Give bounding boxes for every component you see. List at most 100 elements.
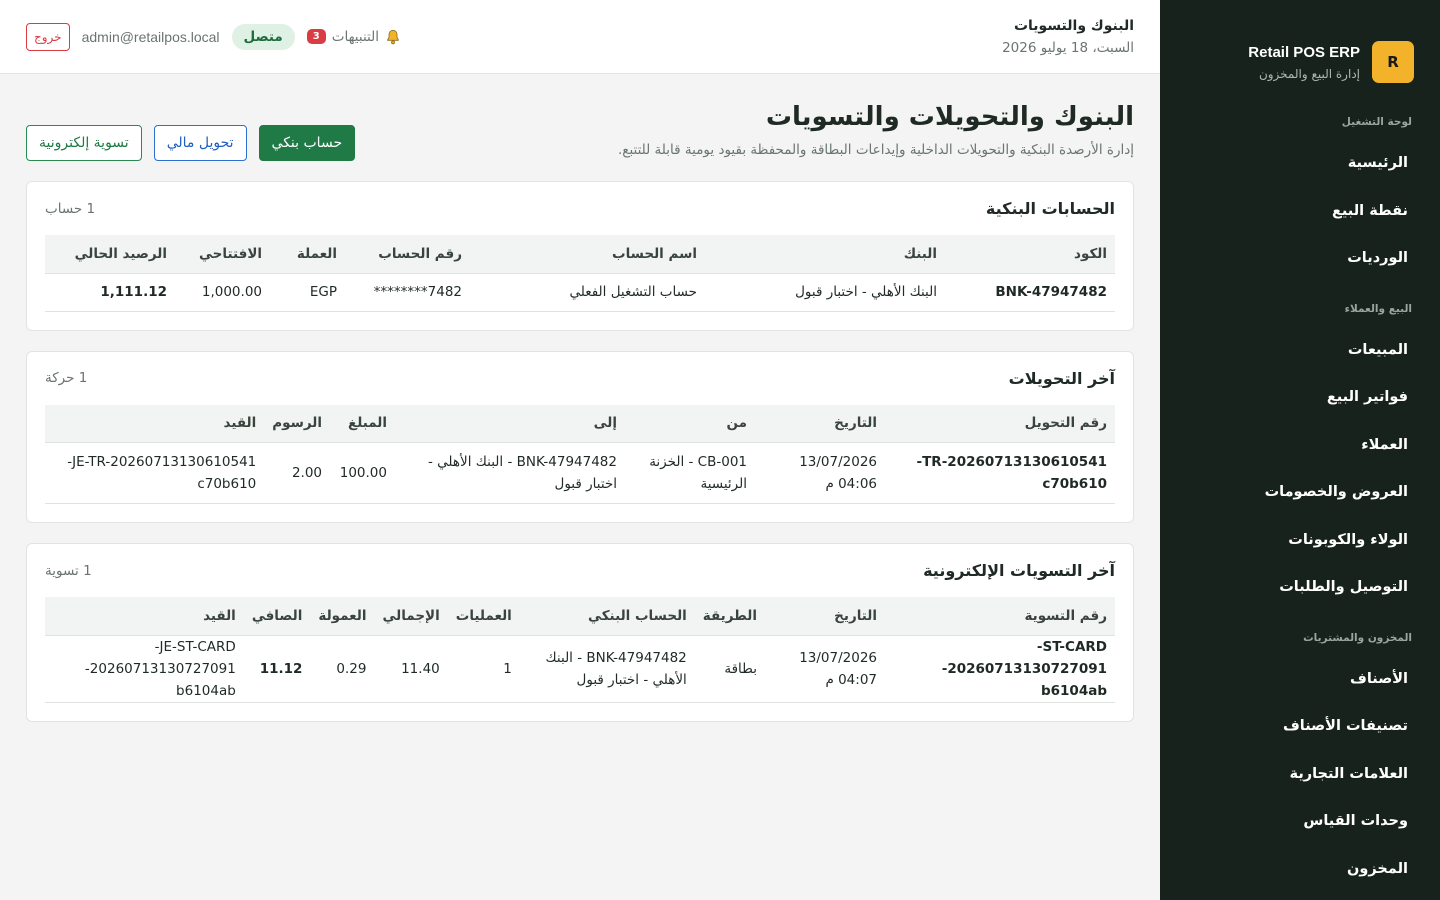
date-line: 13/07/2026 <box>799 649 877 666</box>
card-count: 1 حركة <box>45 370 88 386</box>
sidebar-item-shifts[interactable]: الورديات <box>1160 235 1440 283</box>
settlement-operations: 1 <box>447 634 520 703</box>
table-row[interactable]: ST-CARD- 20260713130727091-b6104ab 13/07… <box>45 634 1115 703</box>
main-content: البنوك والتحويلات والتسويات إدارة الأرصد… <box>0 74 1160 900</box>
sidebar-item-sales[interactable]: المبيعات <box>1160 327 1440 375</box>
settlement-entry: JE-ST-CARD- 20260713130727091-b6104ab <box>45 634 244 703</box>
column-header: التاريخ <box>755 404 885 443</box>
sidebar-item-customers[interactable]: العملاء <box>1160 422 1440 470</box>
sidebar-item-items[interactable]: الأصناف <box>1160 656 1440 704</box>
card-count: 1 تسوية <box>45 562 92 579</box>
column-header: العمولة <box>310 597 375 635</box>
column-header: البنك <box>705 235 945 273</box>
sidebar: R Retail POS ERP إدارة البيع والمخزون لو… <box>1160 0 1440 900</box>
nav-group-title: البيع والعملاء <box>1344 302 1412 315</box>
column-header: رقم التحويل <box>885 404 1115 443</box>
column-header: رقم التسوية <box>885 597 1115 635</box>
account-name: حساب التشغيل الفعلي <box>470 272 705 312</box>
nav-group-title: المخزون والمشتريات <box>1303 631 1412 644</box>
transfers-card: آخر التحويلات 1 حركة رقم التحويل التاريخ… <box>26 350 1134 523</box>
time-line: 04:07 م <box>825 671 877 688</box>
sidebar-item-inventory[interactable]: المخزون <box>1160 846 1440 894</box>
time-line: 04:06 م <box>825 476 877 492</box>
sidebar-item-offers[interactable]: العروض والخصومات <box>1160 469 1440 517</box>
date-line: 13/07/2026 <box>799 454 877 470</box>
settlements-card: آخر التسويات الإلكترونية 1 تسوية رقم الت… <box>26 543 1134 722</box>
settlement-method: بطاقة <box>694 634 765 703</box>
page-title: البنوك والتحويلات والتسويات <box>765 102 1134 132</box>
brand-logo: R <box>1372 41 1414 83</box>
transfers-table: رقم التحويل التاريخ من إلى المبلغ الرسوم… <box>45 404 1115 504</box>
opening-balance: 1,000.00 <box>175 272 270 312</box>
settlement-bank-account: BNK-47947482 - البنك الأهلي - اختبار قبو… <box>519 634 695 703</box>
column-header: الطريقة <box>694 597 765 635</box>
sidebar-item-delivery[interactable]: التوصيل والطلبات <box>1160 564 1440 612</box>
brand-subtitle: إدارة البيع والمخزون <box>1258 66 1360 81</box>
table-row[interactable]: TR-20260713130610541- c70b610 13/07/2026… <box>45 442 1115 504</box>
sidebar-item-pos[interactable]: نقطة البيع <box>1160 188 1440 236</box>
card-title: آخر التحويلات <box>1008 368 1115 388</box>
logout-button[interactable]: خروج <box>26 22 70 51</box>
entry-line: 20260713130727091-b6104ab <box>84 660 236 699</box>
transfer-fees: 2.00 <box>264 442 330 504</box>
table-row[interactable]: BNK-47947482 البنك الأهلي - اختبار قبول … <box>45 272 1115 312</box>
from-line: CB-001 - الخزنة <box>649 454 747 470</box>
sidebar-item-home[interactable]: الرئيسية <box>1160 140 1440 188</box>
transfer-entry: JE-TR-20260713130610541- c70b610 <box>45 442 265 504</box>
sidebar-item-loyalty[interactable]: الولاء والكوبونات <box>1160 517 1440 565</box>
notifications-count-badge: 3 <box>306 29 326 44</box>
entry-line: c70b610 <box>197 476 257 492</box>
settlement-number: ST-CARD- 20260713130727091-b6104ab <box>885 634 1115 703</box>
sidebar-item-sales-invoices[interactable]: فواتير البيع <box>1160 374 1440 422</box>
transfer-date: 13/07/2026 04:06 م <box>755 442 885 504</box>
settlements-table: رقم التسوية التاريخ الطريقة الحساب البنك… <box>45 597 1115 703</box>
column-header: إلى <box>395 404 625 443</box>
user-email: admin@retailpos.local <box>81 28 220 45</box>
card-count: 1 حساب <box>45 200 96 217</box>
add-e-settlement-button[interactable]: تسوية إلكترونية <box>26 125 142 161</box>
column-header: التاريخ <box>765 597 885 635</box>
add-transfer-button[interactable]: تحويل مالي <box>153 125 247 161</box>
column-header: المبلغ <box>330 404 395 443</box>
account-line: الأهلي - اختبار قبول <box>576 671 687 688</box>
column-header: الرصيد الحالي <box>45 235 175 273</box>
column-header: الكود <box>945 235 1115 273</box>
transfer-number-line: c70b610 <box>1042 476 1107 492</box>
transfer-from: CB-001 - الخزنة الرئيسية <box>625 442 755 504</box>
column-header: الإجمالي <box>374 597 448 635</box>
column-header: الافتتاحي <box>175 235 270 273</box>
add-bank-account-button[interactable]: حساب بنكي <box>258 125 356 161</box>
settlement-date: 13/07/2026 04:07 م <box>765 634 885 703</box>
card-title: الحسابات البنكية <box>985 199 1115 218</box>
sidebar-item-categories[interactable]: تصنيفات الأصناف <box>1160 703 1440 751</box>
column-header: رقم الحساب <box>345 235 470 273</box>
account-number: ********7482 <box>345 272 470 312</box>
sidebar-nav: لوحة التشغيل الرئيسية نقطة البيع الورديا… <box>1160 96 1440 893</box>
bank-accounts-table: الكود البنك اسم الحساب رقم الحساب العملة… <box>45 235 1115 312</box>
settlement-commission: 0.29 <box>310 634 375 703</box>
notifications-label: التنبيهات <box>331 28 379 45</box>
topbar-date: السبت، 18 يوليو 2026 <box>1002 39 1134 56</box>
transfer-number: TR-20260713130610541- c70b610 <box>885 442 1115 504</box>
currency: EGP <box>270 272 345 312</box>
bank-name: البنك الأهلي - اختبار قبول <box>705 272 945 312</box>
to-line: اختبار قبول <box>554 476 617 492</box>
account-code: BNK-47947482 <box>945 272 1115 312</box>
column-header: الحساب البنكي <box>519 597 695 635</box>
sidebar-item-units[interactable]: وحدات القياس <box>1160 798 1440 846</box>
page-subtitle: إدارة الأرصدة البنكية والتحويلات الداخلي… <box>617 142 1134 158</box>
column-header: العمليات <box>447 597 520 635</box>
column-header: الرسوم <box>264 404 330 443</box>
brand: R Retail POS ERP إدارة البيع والمخزون <box>1160 0 1440 96</box>
account-line: BNK-47947482 - البنك <box>545 649 687 666</box>
notifications-button[interactable]: التنبيهات 3 <box>306 28 401 45</box>
transfer-to: BNK-47947482 - البنك الأهلي - اختبار قبو… <box>395 442 625 504</box>
entry-line: JE-ST-CARD- <box>154 638 236 655</box>
column-header: القيد <box>45 404 265 443</box>
page-header: البنوك والتحويلات والتسويات إدارة الأرصد… <box>26 74 1134 181</box>
connection-status-badge: متصل <box>231 23 295 50</box>
column-header: القيد <box>45 597 244 635</box>
card-title: آخر التسويات الإلكترونية <box>923 561 1115 580</box>
entry-line: JE-TR-20260713130610541- <box>67 454 257 470</box>
sidebar-item-brands[interactable]: العلامات التجارية <box>1160 751 1440 799</box>
